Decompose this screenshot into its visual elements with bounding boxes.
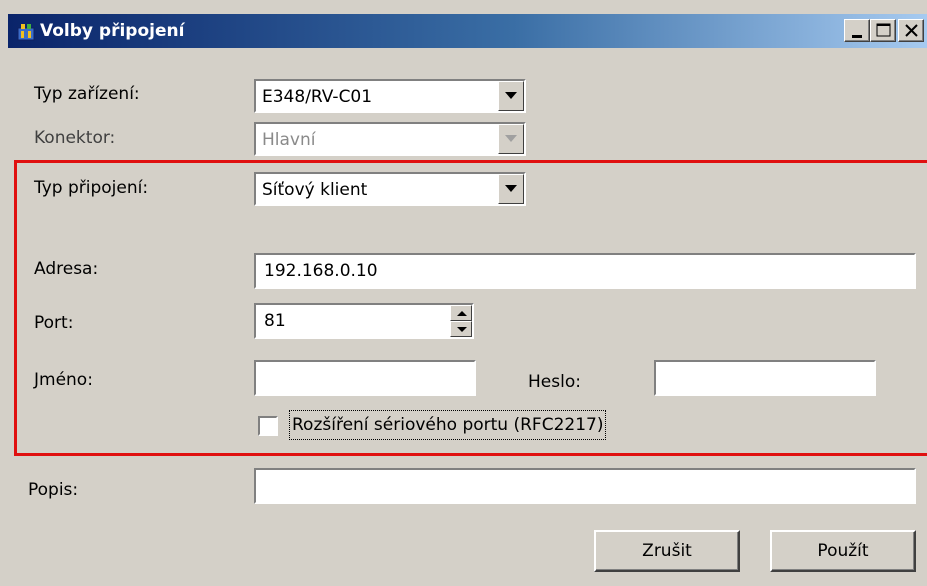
- port-input[interactable]: [256, 305, 452, 337]
- close-button[interactable]: [898, 19, 924, 42]
- apply-button[interactable]: Použít: [770, 530, 916, 572]
- username-field[interactable]: [254, 360, 476, 396]
- username-label: Jméno:: [34, 370, 93, 390]
- chevron-up-icon: [457, 311, 467, 316]
- spin-down-button[interactable]: [450, 321, 472, 337]
- description-field[interactable]: [254, 468, 916, 504]
- device-type-select[interactable]: E348/RV-C01: [254, 79, 526, 113]
- rfc2217-checkbox[interactable]: [258, 416, 278, 436]
- password-field[interactable]: [654, 360, 876, 396]
- connection-type-select[interactable]: Síťový klient: [254, 172, 526, 206]
- address-field[interactable]: [254, 253, 916, 289]
- connection-options-dialog: Volby připojení Typ zařízení: E348/RV-C0…: [0, 0, 927, 586]
- chevron-down-icon: [505, 92, 517, 99]
- chevron-down-icon: [505, 185, 517, 192]
- connector-value: Hlavní: [262, 130, 316, 150]
- maximize-button[interactable]: [870, 19, 896, 42]
- description-label: Popis:: [28, 480, 79, 500]
- connector-label: Konektor:: [34, 128, 116, 148]
- title-bar[interactable]: Volby připojení: [8, 14, 927, 48]
- port-label: Port:: [34, 313, 74, 333]
- device-type-value: E348/RV-C01: [262, 87, 373, 107]
- spin-up-button[interactable]: [450, 305, 472, 321]
- app-icon: [16, 22, 36, 42]
- address-input[interactable]: [256, 255, 914, 287]
- connector-dropdown-button[interactable]: [498, 124, 524, 154]
- port-stepper[interactable]: [254, 303, 474, 339]
- connector-select[interactable]: Hlavní: [254, 122, 526, 156]
- username-input[interactable]: [256, 362, 474, 394]
- chevron-down-icon: [505, 135, 517, 142]
- window-title: Volby připojení: [40, 21, 185, 41]
- minimize-icon: [852, 35, 862, 38]
- rfc2217-label[interactable]: Rozšíření sériového portu (RFC2217): [289, 410, 607, 440]
- cancel-button[interactable]: Zrušit: [594, 530, 740, 572]
- password-input[interactable]: [656, 362, 874, 394]
- minimize-button[interactable]: [844, 19, 870, 42]
- connection-type-dropdown-button[interactable]: [498, 174, 524, 204]
- close-icon: [905, 24, 918, 37]
- password-label: Heslo:: [528, 372, 581, 392]
- device-type-dropdown-button[interactable]: [498, 81, 524, 111]
- connection-type-label: Typ připojení:: [34, 178, 149, 198]
- connection-type-value: Síťový klient: [262, 180, 368, 200]
- maximize-icon: [876, 23, 891, 37]
- chevron-down-icon: [457, 327, 467, 332]
- address-label: Adresa:: [34, 259, 99, 279]
- description-input[interactable]: [256, 470, 914, 502]
- device-type-label: Typ zařízení:: [34, 84, 140, 104]
- port-spinner[interactable]: [450, 305, 472, 337]
